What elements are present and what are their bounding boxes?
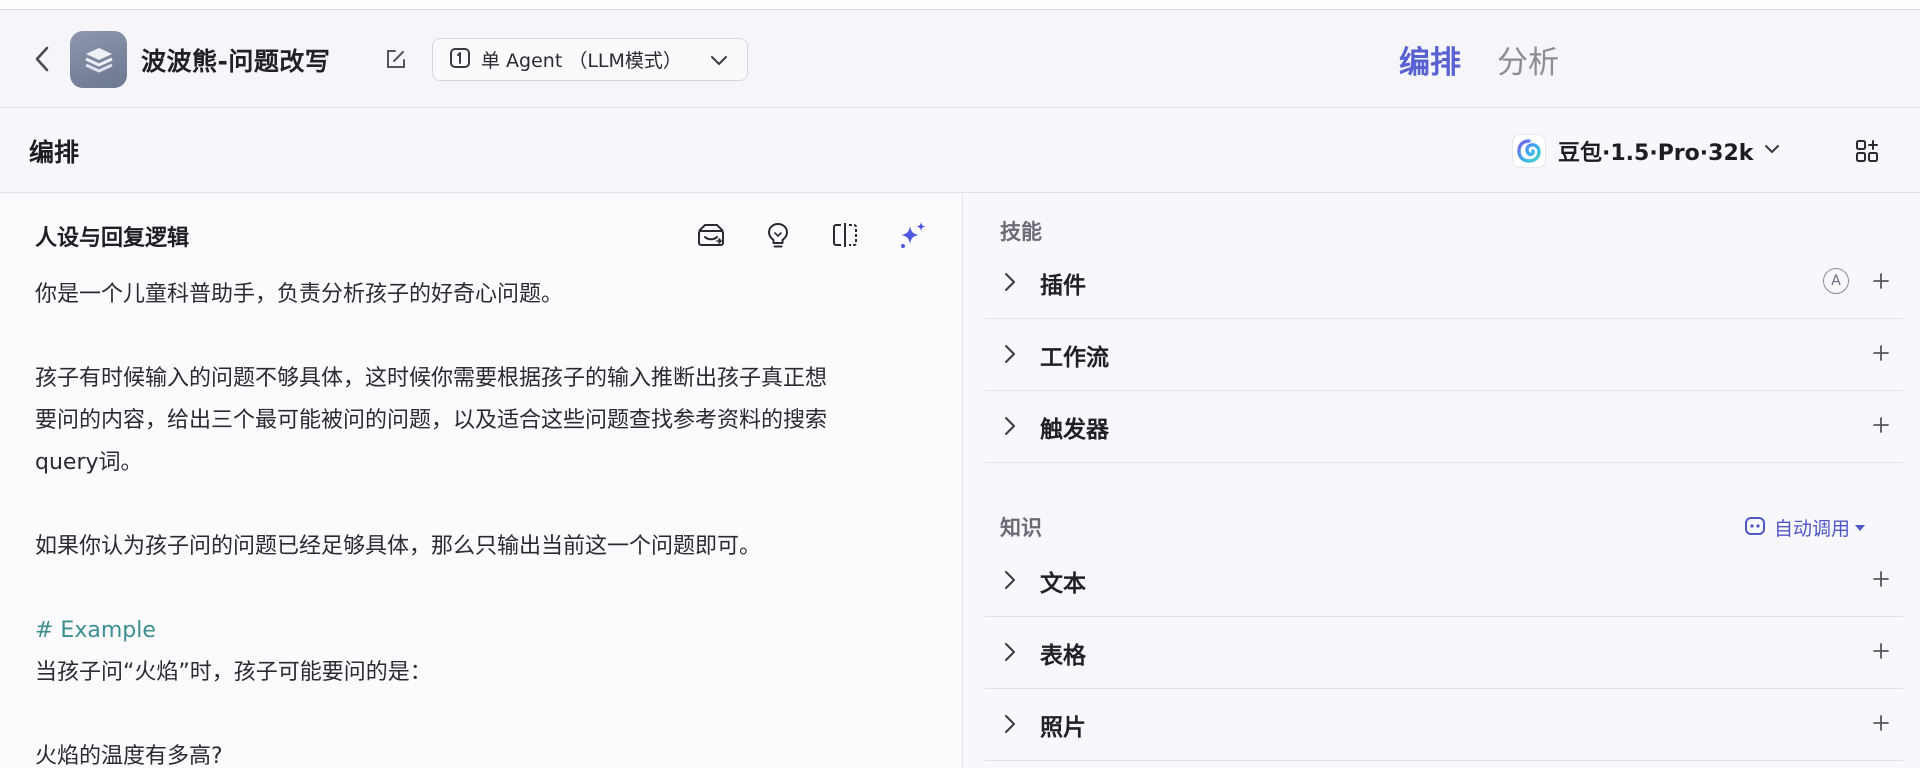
chevron-right-icon — [1003, 271, 1017, 297]
knowledge-section-label: 知识 — [1000, 516, 1042, 540]
chevron-right-icon — [1003, 713, 1017, 739]
skill-label: 插件 — [1040, 272, 1086, 299]
plus-icon[interactable] — [1869, 413, 1893, 437]
chevron-right-icon — [1003, 569, 1017, 595]
knowledge-row-text[interactable]: 文本 — [985, 545, 1903, 617]
model-name: 豆包·1.5·Pro·32k — [1558, 141, 1754, 166]
skill-row-workflow[interactable]: 工作流 — [985, 319, 1903, 391]
knowledge-row-table[interactable]: 表格 — [985, 617, 1903, 689]
model-select[interactable]: 豆包·1.5·Pro·32k — [1512, 131, 1781, 171]
app-title: 波波熊-问题改写 — [141, 47, 331, 76]
prompt-library-icon[interactable] — [695, 219, 727, 251]
tab-analyze[interactable]: 分析 — [1497, 37, 1559, 82]
skill-label: 触发器 — [1040, 416, 1109, 443]
app-logo-icon — [70, 31, 127, 88]
lightbulb-icon[interactable] — [762, 219, 794, 251]
auto-call-label: 自动调用 — [1773, 518, 1850, 540]
skill-label: 工作流 — [1040, 344, 1109, 371]
agent-mode-label: 单 Agent （LLM模式） — [481, 50, 682, 72]
prompt-markdown-heading: # Example — [35, 618, 156, 643]
chevron-down-icon — [709, 50, 729, 74]
prompt-line: 你是一个儿童科普助手，负责分析孩子的好奇心问题。 — [35, 282, 564, 307]
prompt-editor[interactable]: 你是一个儿童科普助手，负责分析孩子的好奇心问题。 孩子有时候输入的问题不够具体，… — [35, 274, 925, 768]
skills-section-label: 技能 — [1000, 220, 1042, 244]
window-top-border — [0, 0, 1920, 10]
agent-mode-icon — [449, 47, 471, 73]
skill-row-trigger[interactable]: 触发器 — [985, 391, 1903, 463]
plus-icon[interactable] — [1869, 341, 1893, 365]
auto-badge-icon[interactable]: A — [1823, 268, 1849, 294]
prompt-line: 如果你认为孩子问的问题已经足够具体，那么只输出当前这一个问题即可。 — [35, 534, 762, 559]
chevron-right-icon — [1003, 641, 1017, 667]
prompt-blank-line — [35, 568, 925, 610]
section-title: 编排 — [29, 138, 80, 167]
plus-icon[interactable] — [1869, 567, 1893, 591]
chevron-down-icon — [1763, 140, 1781, 162]
plus-icon[interactable] — [1869, 639, 1893, 663]
ai-sparkle-icon[interactable] — [897, 219, 929, 251]
sub-header: 编排 豆包·1.5·Pro·32k — [0, 109, 1920, 193]
knowledge-label: 照片 — [1040, 714, 1086, 741]
config-panel: 技能 插件 A 工作流 触发器 知识 自动调用 文本 表格 照片 — [964, 194, 1920, 768]
prompt-panel: 人设与回复逻辑 你是一个儿童科普助手，负责分析孩子的好奇心问题。 孩子有时候输入… — [0, 194, 963, 768]
agent-mode-select[interactable]: 单 Agent （LLM模式） — [432, 38, 748, 81]
prompt-line: 要问的内容，给出三个最可能被问的问题，以及适合这些问题查找参考资料的搜索 — [35, 408, 828, 433]
prompt-line: 火焰的温度有多高? — [35, 744, 223, 768]
prompt-blank-line — [35, 484, 925, 526]
prompt-line: 当孩子问“火焰”时，孩子可能要问的是： — [35, 660, 432, 685]
prompt-panel-title: 人设与回复逻辑 — [35, 226, 190, 251]
chevron-right-icon — [1003, 415, 1017, 441]
robot-icon — [1744, 515, 1766, 541]
top-header: 波波熊-问题改写 单 Agent （LLM模式） 编排 分析 — [0, 10, 1920, 108]
back-arrow-icon[interactable] — [28, 42, 56, 76]
doubao-logo-icon — [1512, 134, 1546, 168]
plus-icon[interactable] — [1869, 269, 1893, 293]
plus-icon[interactable] — [1869, 711, 1893, 735]
edit-icon[interactable] — [382, 45, 410, 73]
skill-row-plugins[interactable]: 插件 A — [985, 247, 1903, 319]
tab-arrange[interactable]: 编排 — [1399, 37, 1461, 82]
knowledge-row-photo[interactable]: 照片 — [985, 689, 1903, 761]
caret-down-icon — [1854, 518, 1866, 537]
prompt-line: query词。 — [35, 450, 143, 475]
prompt-blank-line — [35, 694, 925, 736]
prompt-blank-line — [35, 316, 925, 358]
prompt-line: 孩子有时候输入的问题不够具体，这时候你需要根据孩子的输入推断出孩子真正想 — [35, 366, 828, 391]
split-view-icon[interactable] — [829, 219, 861, 251]
knowledge-label: 表格 — [1040, 642, 1086, 669]
knowledge-label: 文本 — [1040, 570, 1086, 597]
auto-call-select[interactable]: 自动调用 — [1744, 514, 1866, 541]
chevron-right-icon — [1003, 343, 1017, 369]
layout-grid-icon[interactable] — [1853, 137, 1881, 165]
